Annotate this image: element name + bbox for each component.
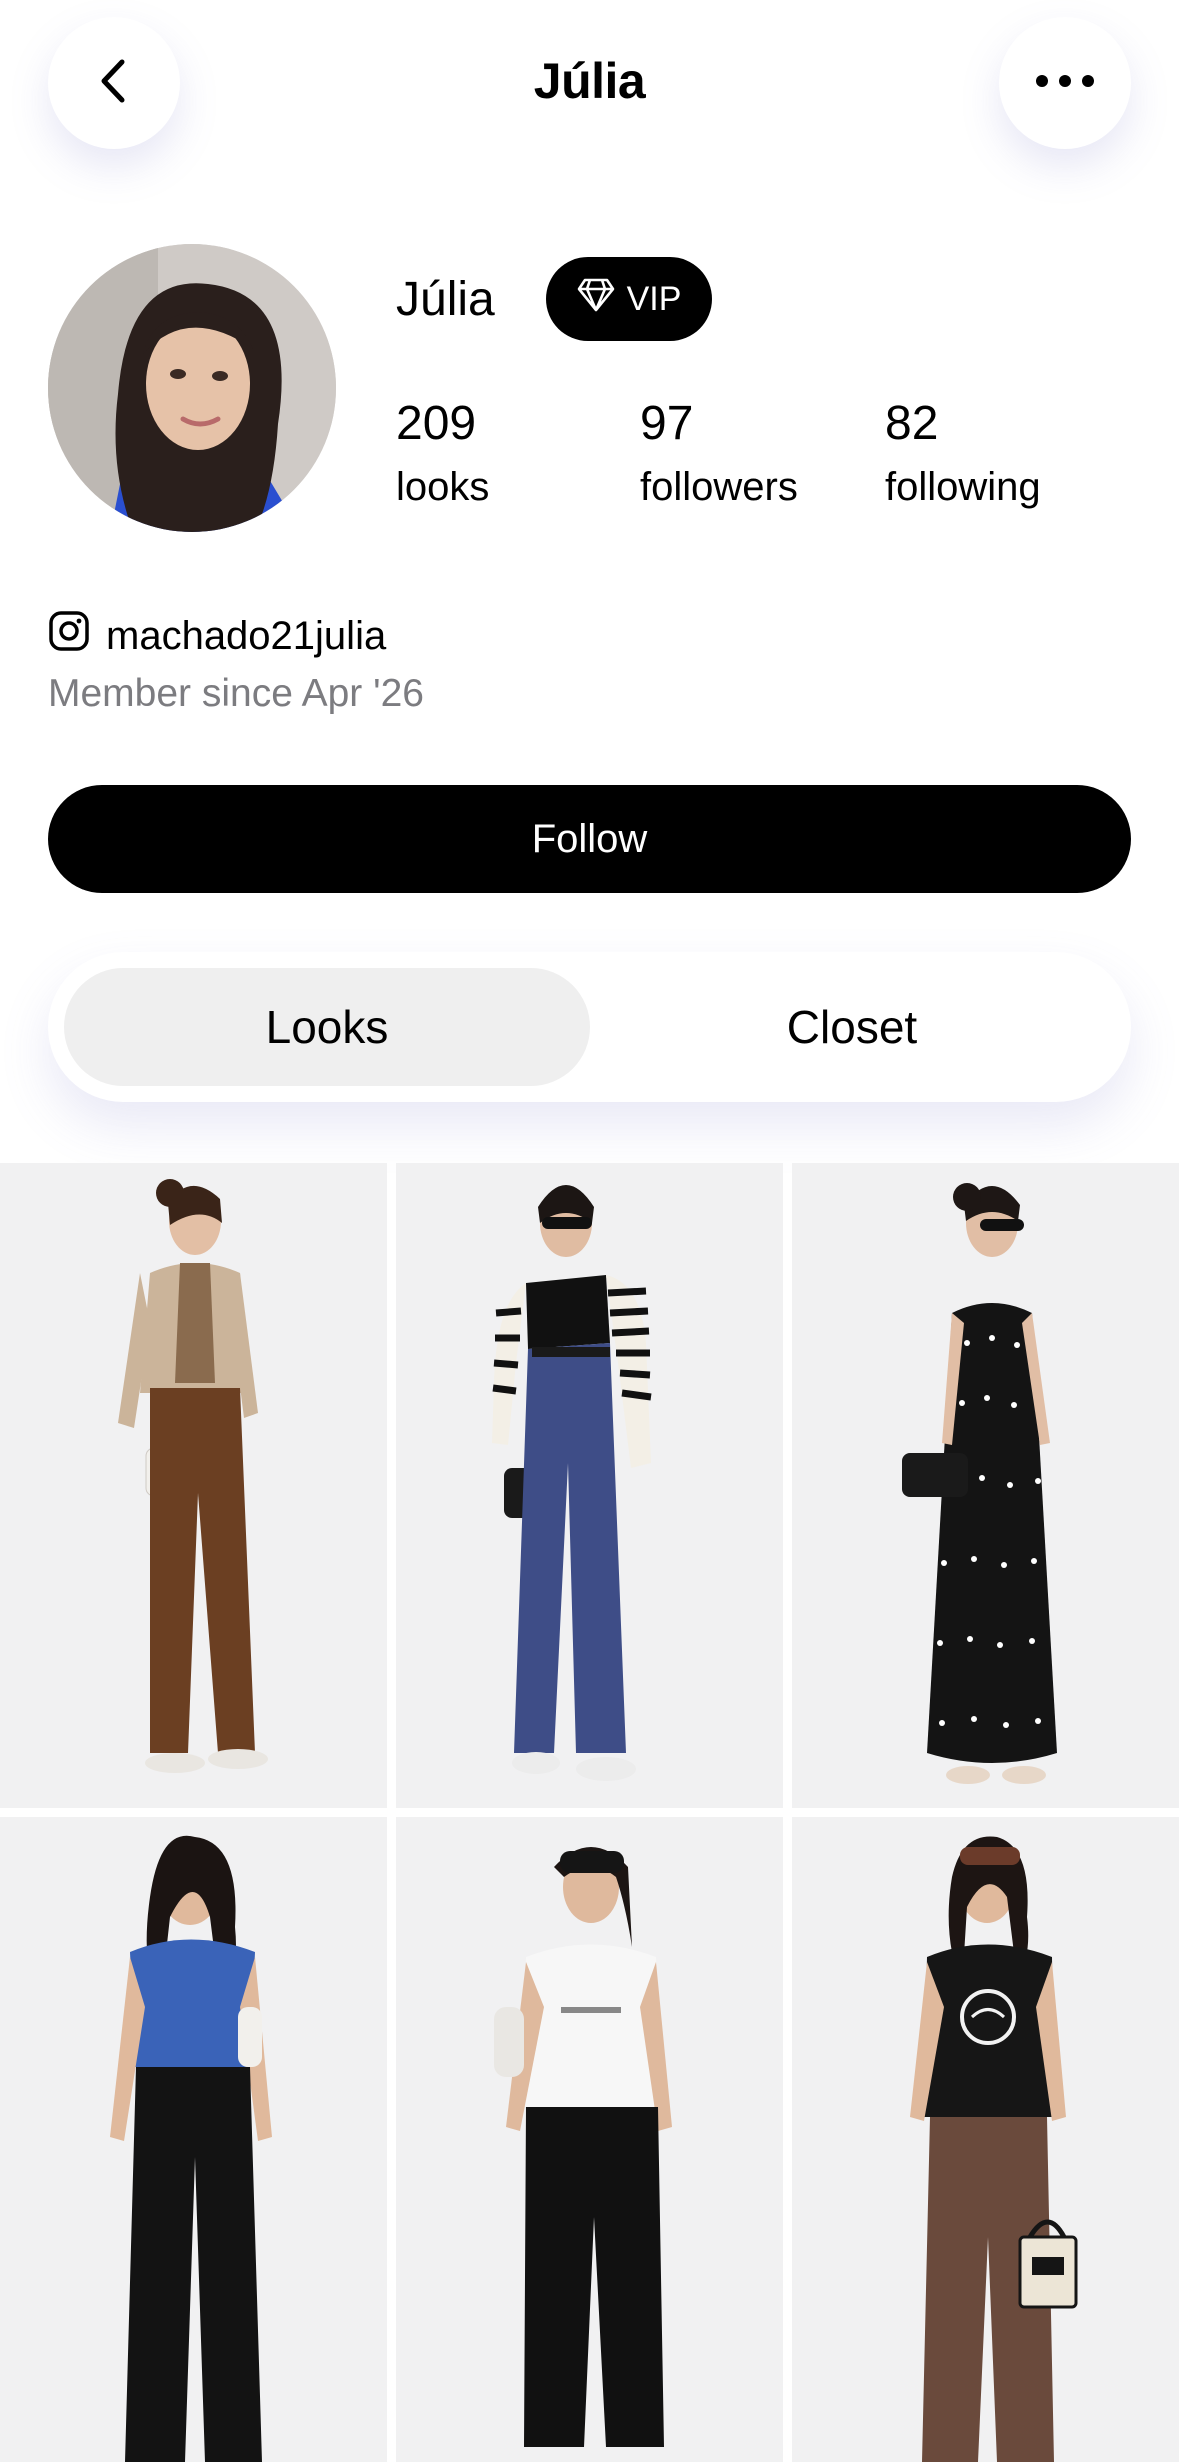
stat-followers[interactable]: 97 followers [640, 396, 798, 510]
profile-name: Júlia [396, 273, 495, 326]
look-image [910, 1836, 1078, 2462]
vip-badge: VIP [546, 257, 712, 341]
followers-count: 97 [640, 397, 694, 450]
look-tile[interactable] [396, 1163, 783, 1808]
follow-button[interactable]: Follow [48, 785, 1131, 893]
stat-looks[interactable]: 209 looks [396, 396, 489, 510]
look-tile[interactable] [0, 1163, 387, 1808]
instagram-link[interactable]: machado21julia [48, 610, 386, 662]
looks-label: looks [396, 465, 490, 509]
looks-count: 209 [396, 397, 477, 450]
look-image [110, 1835, 272, 2462]
tab-closet[interactable]: Closet [589, 968, 1115, 1086]
more-dots-icon [1035, 74, 1095, 93]
tab-looks[interactable]: Looks [64, 968, 590, 1086]
diamond-icon [577, 278, 615, 321]
look-tile[interactable] [0, 1817, 387, 2462]
stat-following[interactable]: 82 following [885, 396, 1041, 510]
instagram-handle: machado21julia [106, 613, 387, 658]
following-label: following [885, 465, 1041, 509]
look-image [492, 1185, 652, 1781]
look-image [494, 1847, 672, 2447]
avatar[interactable] [48, 244, 336, 532]
look-tile[interactable] [792, 1817, 1179, 2462]
member-since: Member since Apr '26 [48, 672, 424, 715]
look-image [902, 1183, 1057, 1784]
look-tile[interactable] [792, 1163, 1179, 1808]
following-count: 82 [885, 397, 939, 450]
followers-label: followers [640, 465, 798, 509]
instagram-icon [48, 610, 90, 662]
look-image [118, 1179, 268, 1773]
more-options-button[interactable] [999, 17, 1131, 149]
look-tile[interactable] [396, 1817, 783, 2462]
top-bar: Júlia [0, 0, 1179, 170]
vip-label: VIP [626, 279, 682, 318]
segmented-tabs: Looks Closet [48, 952, 1131, 1102]
